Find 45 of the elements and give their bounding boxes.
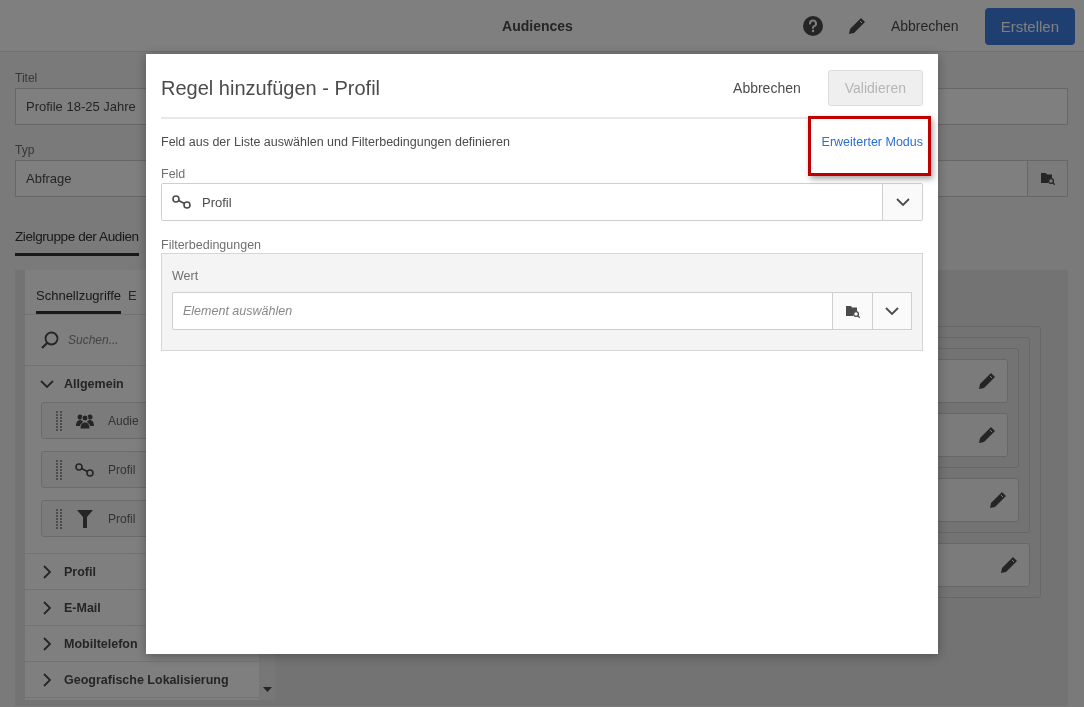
folder-search-icon (1040, 172, 1055, 185)
field-label: Wert (172, 268, 199, 284)
dialog-title: Regel hinzufügen - Profil (161, 76, 381, 100)
field-label: Titel (15, 70, 38, 86)
search-icon (41, 331, 59, 349)
field-label: Typ (15, 142, 35, 158)
edit-icon[interactable] (846, 16, 867, 36)
drag-handle-icon[interactable] (56, 459, 62, 480)
chevron-down-icon (895, 197, 910, 207)
drag-handle-icon[interactable] (56, 508, 62, 529)
cancel-link[interactable]: Abbrechen (890, 18, 959, 34)
chevron-down-icon (885, 306, 899, 316)
field-label: Feld (161, 166, 186, 182)
link-node-icon (172, 195, 192, 209)
help-icon[interactable] (802, 16, 823, 36)
advanced-mode-link[interactable]: Erweiterter Modus (821, 135, 923, 149)
edit-icon[interactable] (999, 555, 1019, 575)
folder-search-icon (845, 304, 860, 318)
browse-button[interactable] (832, 292, 872, 330)
link-node-icon (75, 462, 95, 477)
dropdown-button[interactable] (872, 292, 912, 330)
drag-handle-icon[interactable] (56, 410, 62, 431)
cancel-link[interactable]: Abbrechen (733, 80, 801, 96)
group-title[interactable]: Mobiltelefon (64, 636, 138, 651)
edit-icon[interactable] (988, 490, 1008, 510)
section-tab[interactable]: Zielgruppe der Audien (15, 222, 139, 256)
palette-tab[interactable]: Schnellzugriffe (36, 288, 122, 314)
field-select[interactable]: Profil (161, 183, 923, 221)
dropdown-button[interactable] (882, 184, 922, 220)
section-label: Filterbedingungen (161, 237, 262, 253)
dialog-description: Feld aus der Liste auswählen und Filterbedingungen definieren (161, 135, 510, 149)
value-field[interactable]: Element auswählen (172, 292, 832, 330)
edit-icon[interactable] (977, 371, 997, 391)
page-title: Audiences (502, 18, 573, 34)
people-icon (75, 412, 95, 429)
group-title[interactable]: Geografische Lokalisierung (64, 672, 229, 687)
group-title[interactable]: E-Mail (64, 600, 101, 615)
create-button[interactable]: Erstellen (984, 7, 1075, 45)
palette-tab[interactable]: E (128, 288, 137, 314)
group-title[interactable]: Allgemein (64, 377, 124, 391)
group-title[interactable]: Profil (64, 564, 96, 579)
scroll-down-arrow-icon[interactable] (262, 687, 272, 692)
browse-button[interactable] (1027, 161, 1067, 196)
funnel-icon (77, 509, 93, 528)
edit-icon[interactable] (977, 425, 997, 445)
